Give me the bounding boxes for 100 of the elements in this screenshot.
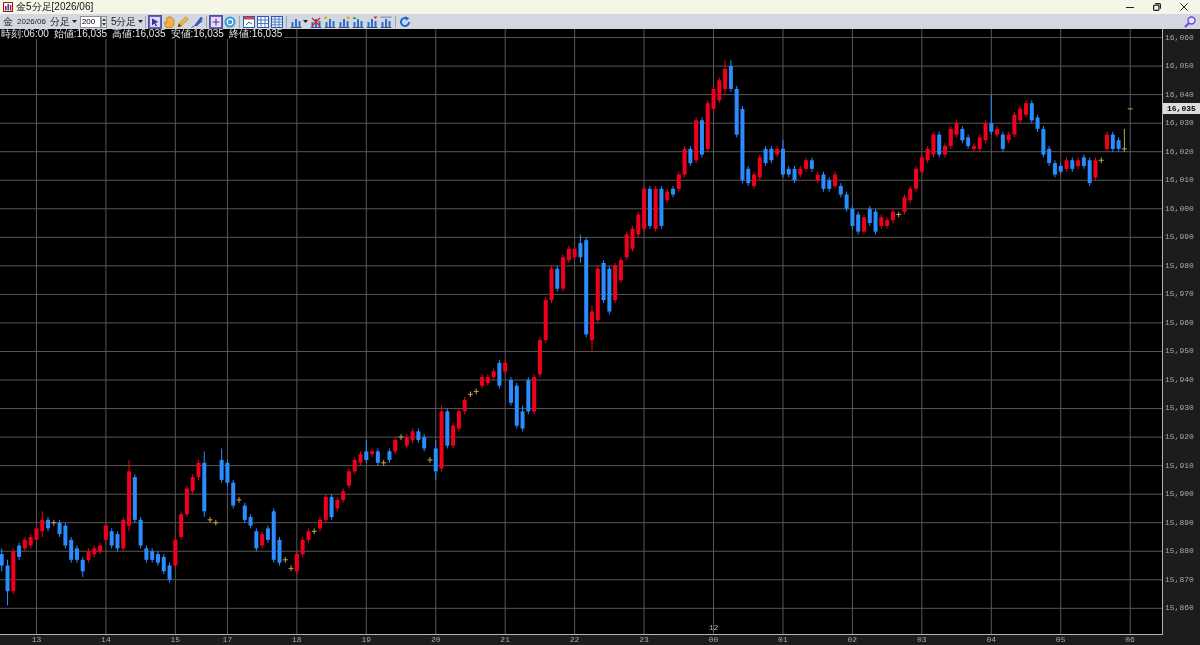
price-label: 15,940 bbox=[1165, 375, 1194, 384]
price-label: 15,870 bbox=[1165, 575, 1194, 584]
caret-icon bbox=[71, 20, 77, 23]
falling-candle bbox=[433, 439, 438, 481]
falling-candle bbox=[937, 131, 942, 158]
rising-candle bbox=[260, 530, 265, 549]
window-icon bbox=[243, 15, 256, 28]
rising-candle bbox=[370, 448, 375, 458]
window-title: 金5分足[2026/06] bbox=[16, 1, 94, 13]
price-label: 15,960 bbox=[1165, 318, 1194, 327]
doji-candle bbox=[50, 519, 57, 527]
contract-month-label: 2026/06 bbox=[17, 16, 46, 27]
falling-candle bbox=[989, 94, 994, 136]
rising-candle bbox=[11, 547, 16, 595]
time-label: 02 bbox=[847, 636, 858, 644]
falling-candle bbox=[387, 448, 392, 464]
doji-candle bbox=[236, 496, 242, 504]
rising-candle bbox=[1076, 156, 1081, 170]
bar-count-field[interactable]: 200 bbox=[79, 15, 101, 28]
ring-icon bbox=[224, 15, 237, 28]
bar-chart-tool[interactable] bbox=[323, 14, 338, 29]
rising-candle bbox=[775, 145, 780, 158]
doji-candle bbox=[380, 459, 387, 467]
time-label: 19 bbox=[361, 636, 372, 644]
falling-candle bbox=[375, 448, 380, 467]
minimize-icon bbox=[1125, 6, 1134, 8]
grid-tool[interactable] bbox=[270, 14, 285, 29]
quote-readout: 終値:16,035 bbox=[228, 29, 283, 39]
price-label: 15,950 bbox=[1165, 347, 1194, 356]
bar-chart-tool[interactable] bbox=[351, 14, 366, 29]
rising-candle bbox=[1064, 156, 1069, 173]
bar-chart-icon bbox=[352, 15, 365, 28]
rising-candle bbox=[833, 171, 838, 190]
time-label: 13 bbox=[31, 636, 42, 644]
plus-tool[interactable] bbox=[209, 14, 224, 29]
rising-candle bbox=[665, 188, 670, 204]
caret-icon bbox=[303, 20, 309, 23]
bar-chart-cross-icon bbox=[310, 15, 323, 28]
current-price-tag: 16,035 bbox=[1163, 103, 1200, 115]
time-label: 17 bbox=[222, 636, 233, 644]
restore-icon bbox=[1152, 3, 1161, 11]
pen-icon bbox=[191, 15, 204, 28]
rising-candle bbox=[694, 116, 699, 164]
falling-candle bbox=[46, 516, 51, 532]
price-label: 16,060 bbox=[1165, 33, 1194, 42]
rising-candle bbox=[653, 185, 658, 233]
period-dropdown[interactable]: 5分足 bbox=[110, 15, 144, 28]
rising-candle bbox=[815, 171, 820, 184]
time-label: 22 bbox=[569, 636, 580, 644]
spinner-icon[interactable] bbox=[100, 15, 107, 28]
refresh-button[interactable] bbox=[398, 14, 413, 29]
price-label: 15,910 bbox=[1165, 461, 1194, 470]
falling-candle bbox=[364, 439, 369, 464]
falling-candle bbox=[1000, 131, 1005, 153]
falling-candle bbox=[1070, 156, 1075, 173]
bar-chart-icon bbox=[338, 15, 351, 28]
table-tool[interactable] bbox=[256, 14, 271, 29]
hand-icon bbox=[163, 15, 176, 28]
falling-candle bbox=[699, 116, 704, 158]
quote-readout: 安値:16,035 bbox=[170, 29, 224, 39]
price-label: 15,860 bbox=[1165, 604, 1194, 613]
rising-candle bbox=[503, 359, 508, 375]
bar-unit-dropdown[interactable]: 分足 bbox=[49, 15, 77, 28]
window-tool[interactable] bbox=[242, 14, 257, 29]
price-label: 15,980 bbox=[1165, 261, 1194, 270]
time-label: 20 bbox=[430, 636, 441, 644]
pen-tool[interactable] bbox=[190, 14, 205, 29]
pencil-tool[interactable] bbox=[176, 14, 191, 29]
app-icon bbox=[3, 2, 13, 12]
falling-candle bbox=[555, 265, 560, 293]
doji-candle bbox=[1098, 156, 1105, 164]
price-label: 15,930 bbox=[1165, 404, 1194, 413]
pointer-tool[interactable] bbox=[148, 14, 163, 29]
rising-candle bbox=[995, 125, 1000, 138]
plus-icon bbox=[210, 15, 223, 28]
bar-chart-icon bbox=[324, 15, 337, 28]
bar-chart-tool[interactable] bbox=[365, 14, 380, 29]
quote-readout: 始値:16,035 bbox=[53, 29, 108, 39]
search-icon bbox=[1184, 15, 1196, 28]
caret-icon bbox=[138, 20, 144, 23]
falling-candle bbox=[659, 185, 664, 230]
price-label: 15,990 bbox=[1165, 233, 1194, 242]
price-label: 15,890 bbox=[1165, 518, 1194, 527]
symbol-label: 金 bbox=[3, 15, 13, 28]
pointer-icon bbox=[149, 15, 162, 28]
price-label: 16,030 bbox=[1165, 119, 1194, 128]
rising-candle bbox=[1093, 156, 1098, 181]
search-button[interactable] bbox=[1184, 14, 1196, 29]
rising-candle bbox=[393, 436, 398, 455]
falling-candle bbox=[445, 408, 450, 449]
price-label: 15,900 bbox=[1165, 490, 1194, 499]
doji-candle bbox=[311, 527, 318, 535]
date-label: 12 bbox=[708, 624, 719, 632]
falling-candle bbox=[202, 450, 207, 518]
falling-candle bbox=[671, 185, 675, 198]
time-label: 23 bbox=[639, 636, 649, 644]
bar-chart-tool[interactable] bbox=[337, 14, 352, 29]
ring-tool[interactable] bbox=[223, 14, 238, 29]
bar-chart-tool[interactable] bbox=[379, 14, 394, 29]
rising-candle bbox=[1105, 131, 1109, 153]
